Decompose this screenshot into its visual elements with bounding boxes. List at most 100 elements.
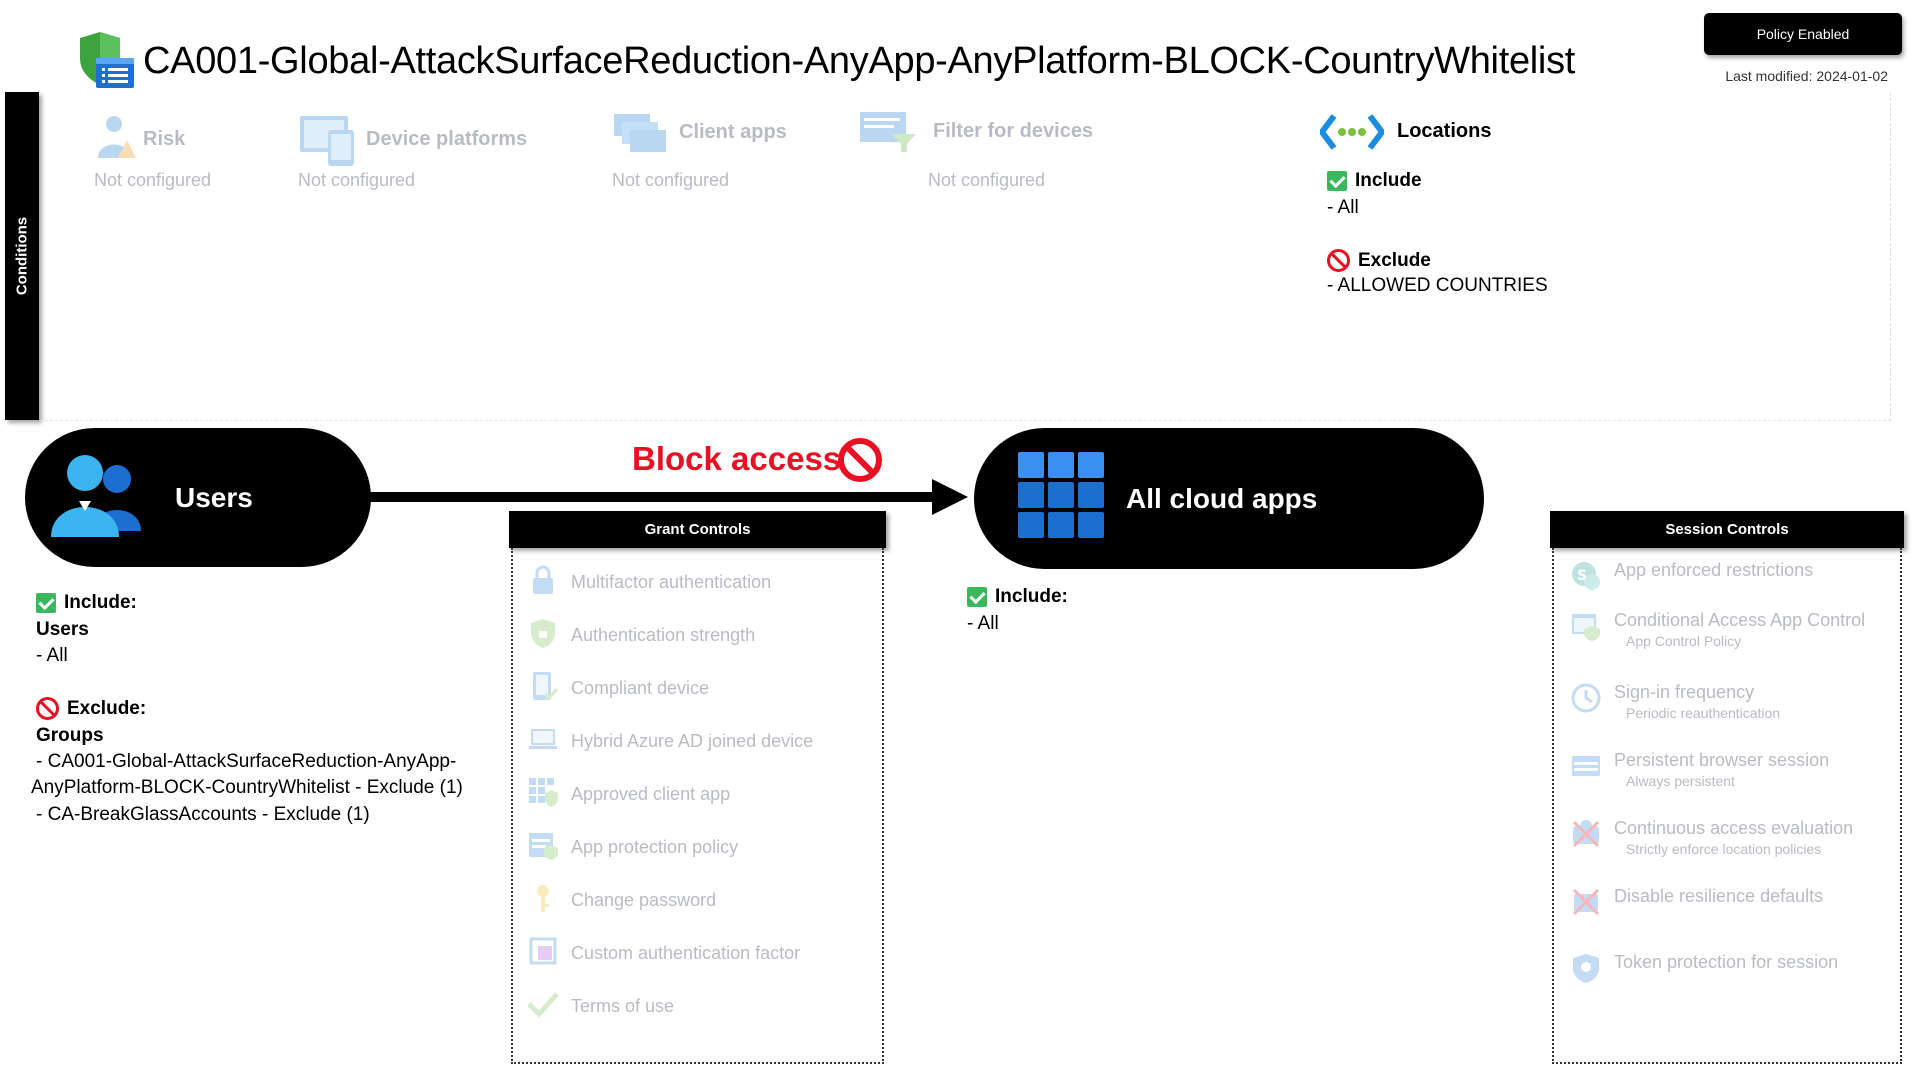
users-exclude-line2: AnyPlatform-BLOCK-CountryWhitelist - Exc…: [31, 777, 463, 798]
users-exclude-group: Groups: [36, 725, 104, 746]
session-control-label: Disable resilience defaults: [1614, 886, 1824, 906]
app-grid-icon: [1016, 450, 1108, 547]
approved-app-icon: [527, 776, 559, 813]
session-control-item: Disable resilience defaults: [1570, 886, 1900, 952]
browser-icon: [1570, 750, 1602, 787]
users-node: Users: [25, 428, 371, 567]
grant-controls-header: Grant Controls: [509, 511, 886, 548]
locations-exclude-value: - ALLOWED COUNTRIES: [1327, 275, 1548, 296]
client-apps-value: Not configured: [612, 170, 730, 190]
policy-status-badge: Policy Enabled: [1704, 13, 1902, 55]
compliant-device-icon: [527, 670, 559, 707]
filter-devices-value: Not configured: [928, 170, 1046, 190]
users-exclude-label: Exclude:: [67, 697, 147, 719]
session-control-sublabel: Periodic reauthentication: [1626, 705, 1781, 721]
client-apps-icon: [612, 112, 668, 161]
session-control-item: Continuous access evaluation Strictly enf…: [1570, 818, 1900, 886]
device-platforms-value: Not configured: [298, 170, 416, 190]
grant-control-item: Terms of use: [527, 980, 882, 1033]
grant-control-item: App protection policy: [527, 821, 882, 874]
custom-factor-icon: [527, 935, 559, 972]
grant-controls-panel: Multifactor authentication Authentication…: [511, 548, 884, 1064]
svg-text:S: S: [1577, 568, 1587, 584]
locations-include-label: Include: [1355, 170, 1422, 191]
filter-devices-icon: [858, 110, 918, 159]
apps-node: All cloud apps: [974, 428, 1484, 569]
users-exclude-line3: - CA-BreakGlassAccounts - Exclude (1): [36, 804, 370, 825]
risk-title: Risk: [143, 128, 186, 150]
clock-icon: [1570, 682, 1602, 719]
grant-control-item: Multifactor authentication: [527, 556, 882, 609]
session-control-item: Persistent browser session Always persist…: [1570, 750, 1900, 818]
session-control-item: S App enforced restrictions: [1570, 560, 1900, 610]
check-icon: [36, 593, 56, 613]
session-control-sublabel: App Control Policy: [1626, 633, 1742, 649]
apps-include: Include:: [967, 586, 1068, 608]
apps-label: All cloud apps: [1126, 482, 1318, 514]
users-exclude: Exclude:: [36, 697, 146, 720]
session-control-label: Continuous access evaluation: [1614, 818, 1854, 838]
conditions-tab: Conditions: [5, 92, 39, 420]
policy-icon: [74, 30, 136, 92]
filter-devices-title: Filter for devices: [933, 120, 1094, 142]
apps-include-value: - All: [967, 613, 999, 634]
users-exclude-line1: - CA001-Global-AttackSurfaceReduction-An…: [36, 751, 457, 772]
session-control-sublabel: Always persistent: [1626, 773, 1735, 789]
risk-icon: [94, 114, 136, 167]
policy-title: CA001-Global-AttackSurfaceReduction-AnyA…: [143, 40, 1576, 82]
terms-check-icon: [527, 988, 559, 1025]
grant-control-label: Change password: [571, 890, 717, 910]
grant-control-label: Authentication strength: [571, 625, 756, 645]
mfa-lock-icon: [527, 564, 559, 601]
users-label: Users: [175, 481, 253, 513]
grant-control-item: Approved client app: [527, 768, 882, 821]
block-icon: [36, 697, 59, 720]
session-controls-panel: S App enforced restrictions Conditional Ac…: [1552, 548, 1902, 1064]
session-control-label: Persistent browser session: [1614, 750, 1830, 770]
session-control-item: Sign-in frequency Periodic reauthenticati…: [1570, 682, 1900, 750]
cae-icon: [1570, 818, 1602, 855]
block-icon: [1327, 249, 1350, 272]
check-icon: [1327, 171, 1347, 191]
grant-control-label: Compliant device: [571, 678, 710, 698]
auth-strength-shield-icon: [527, 617, 559, 654]
session-control-item: Conditional Access App Control App Contro…: [1570, 610, 1900, 682]
grant-control-label: Hybrid Azure AD joined device: [571, 731, 814, 751]
session-control-label: Conditional Access App Control: [1614, 610, 1866, 630]
users-include-label: Include:: [64, 592, 137, 613]
sharepoint-icon: S: [1570, 560, 1602, 597]
device-platforms-icon: [298, 112, 358, 173]
grant-control-item: Authentication strength: [527, 609, 882, 662]
apps-include-label: Include:: [995, 586, 1068, 607]
session-controls-header: Session Controls: [1550, 511, 1904, 548]
users-icon: [47, 451, 151, 544]
users-include: Include:: [36, 592, 137, 614]
grant-control-label: Terms of use: [571, 996, 675, 1016]
resilience-icon: [1570, 886, 1602, 923]
users-include-group: Users: [36, 619, 89, 640]
grant-control-label: Custom authentication factor: [571, 943, 801, 963]
session-control-label: Sign-in frequency: [1614, 682, 1755, 702]
client-apps-title: Client apps: [679, 121, 787, 143]
session-control-sublabel: Strictly enforce location policies: [1626, 841, 1822, 857]
check-icon: [967, 587, 987, 607]
grant-control-item: Change password: [527, 874, 882, 927]
block-access-icon: [836, 436, 884, 489]
grant-control-item: Custom authentication factor: [527, 927, 882, 980]
hybrid-device-icon: [527, 723, 559, 760]
grant-control-label: App protection policy: [571, 837, 739, 857]
locations-include-value: - All: [1327, 197, 1359, 218]
locations-exclude: Exclude: [1327, 249, 1431, 272]
grant-control-label: Multifactor authentication: [571, 572, 772, 592]
session-control-label: App enforced restrictions: [1614, 560, 1814, 580]
conditions-tab-label: Conditions: [13, 216, 31, 296]
last-modified: Last modified: 2024-01-02: [1725, 68, 1888, 84]
locations-title: Locations: [1397, 120, 1492, 142]
token-shield-icon: [1570, 952, 1602, 989]
risk-value: Not configured: [94, 170, 212, 190]
grant-control-item: Compliant device: [527, 662, 882, 715]
app-protection-icon: [527, 829, 559, 866]
session-control-item: Token protection for session: [1570, 952, 1900, 1020]
users-include-value: - All: [36, 645, 68, 666]
block-access-label: Block access: [632, 440, 842, 477]
